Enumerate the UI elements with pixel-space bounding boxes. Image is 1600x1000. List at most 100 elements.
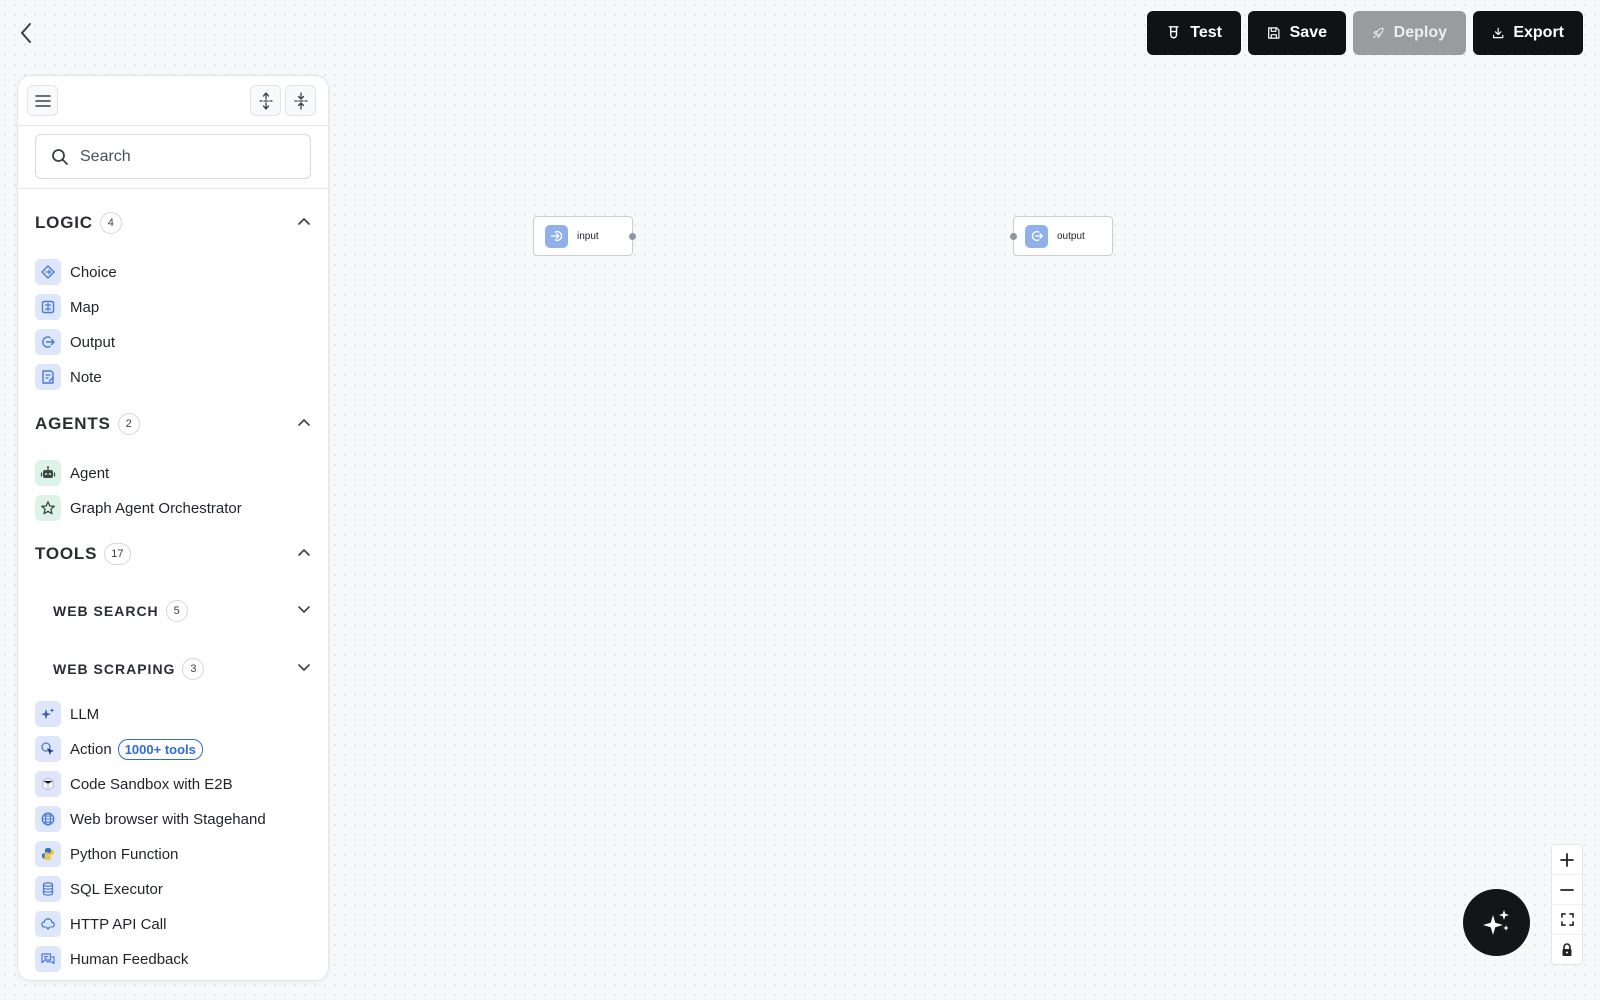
save-icon [1268,27,1280,39]
node-output[interactable]: output [1010,216,1113,256]
component-label: HTTP API Call [70,915,167,933]
deploy-button[interactable]: Deploy [1353,11,1466,55]
choice-icon [35,259,61,285]
test-button-label: Test [1190,24,1222,41]
zoom-out-button[interactable] [1552,875,1582,905]
menu-button[interactable] [27,85,58,116]
search-box [35,134,311,179]
search-input[interactable] [80,147,280,166]
lock-icon [1562,943,1572,956]
output-icon [1025,224,1048,248]
plus-icon [1560,852,1574,867]
fullscreen-icon [1560,913,1574,926]
sparkles-icon [1482,909,1509,935]
component-map[interactable]: Map [35,292,99,322]
lock-button[interactable] [1552,935,1582,965]
component-llm[interactable]: LLM [35,699,99,729]
group-web-scraping-header[interactable]: WEB SCRAPING 3 [53,655,311,683]
ai-assistant-button[interactable] [1463,889,1530,956]
export-button[interactable]: Export [1473,11,1583,55]
component-web-browser[interactable]: Web browser with Stagehand [35,804,266,834]
group-title: WEB SCRAPING [53,661,176,677]
search-area [18,126,328,189]
collapse-vertical-icon [293,91,308,110]
component-label: Code Sandbox with E2B [70,775,233,793]
zoom-in-button[interactable] [1552,845,1582,875]
expand-vertical-icon [258,91,273,110]
expand-all-button[interactable] [250,85,281,116]
panel-header [18,76,328,126]
minus-icon [1560,888,1574,891]
tools-count-badge: 1000+ tools [117,738,203,760]
component-choice[interactable]: Choice [35,257,117,287]
section-count: 17 [104,543,131,565]
component-agent[interactable]: Agent [35,458,109,488]
chevron-up-icon [298,218,310,225]
section-agents-header[interactable]: AGENTS 2 [35,410,311,438]
node-input[interactable]: input [533,216,636,256]
component-human-feedback[interactable]: Human Feedback [35,944,188,974]
test-tube-icon [1168,26,1179,39]
component-note[interactable]: Note [35,362,102,392]
component-label: Output [70,333,116,351]
database-icon [35,876,61,902]
output-handle[interactable] [629,233,636,240]
component-label: Human Feedback [70,950,189,968]
section-title: AGENTS [35,414,111,433]
group-count: 3 [182,658,205,680]
component-label: SQL Executor [70,880,163,898]
save-button-label: Save [1289,24,1327,41]
component-python-function[interactable]: Python Function [35,839,178,869]
star-icon [35,495,61,521]
component-label: Graph Agent Orchestrator [70,499,242,517]
cube-icon [35,771,61,797]
section-count: 2 [117,413,140,435]
component-label: Agent [70,464,110,482]
back-button[interactable] [14,20,38,46]
output-icon [35,329,61,355]
export-button-label: Export [1513,24,1564,41]
deploy-button-label: Deploy [1393,24,1447,41]
collapse-all-button[interactable] [285,85,316,116]
group-title: WEB SEARCH [53,603,159,619]
component-label: Map [70,298,100,316]
node-label: output [1057,230,1085,242]
download-icon [1492,27,1504,39]
input-handle[interactable] [1010,233,1017,240]
chevron-down-icon [298,606,310,613]
component-label: Action [70,740,112,758]
section-tools-header[interactable]: TOOLS 17 [35,540,311,568]
canvas-controls [1551,844,1583,965]
component-output[interactable]: Output [35,327,115,357]
robot-icon [35,460,61,486]
fit-view-button[interactable] [1552,905,1582,935]
component-label: Web browser with Stagehand [70,810,266,828]
section-title: TOOLS [35,544,98,563]
sparkle-icon [35,701,61,727]
note-icon [35,364,61,390]
component-label: LLM [70,705,100,723]
chevron-down-icon [298,664,310,671]
component-code-sandbox[interactable]: Code Sandbox with E2B [35,769,233,799]
section-title: LOGIC [35,213,93,232]
section-logic-header[interactable]: LOGIC 4 [35,209,311,237]
search-icon [52,148,68,165]
top-toolbar: Test Save Deploy Export [1147,11,1583,55]
save-button[interactable]: Save [1248,11,1346,55]
chat-icon [35,946,61,972]
component-label: Choice [70,263,117,281]
component-action[interactable]: Action 1000+ tools [35,734,203,764]
globe-icon [35,806,61,832]
group-web-search-header[interactable]: WEB SEARCH 5 [53,597,311,625]
chevron-up-icon [298,419,310,426]
component-http-api-call[interactable]: HTTP API Call [35,909,166,939]
hamburger-icon [34,94,51,107]
section-count: 4 [99,212,122,234]
component-graph-agent-orchestrator[interactable]: Graph Agent Orchestrator [35,493,242,523]
node-label: input [577,230,599,242]
map-icon [35,294,61,320]
component-sql-executor[interactable]: SQL Executor [35,874,163,904]
chevron-left-icon [21,23,31,43]
test-button[interactable]: Test [1147,11,1241,55]
python-icon [35,841,61,867]
